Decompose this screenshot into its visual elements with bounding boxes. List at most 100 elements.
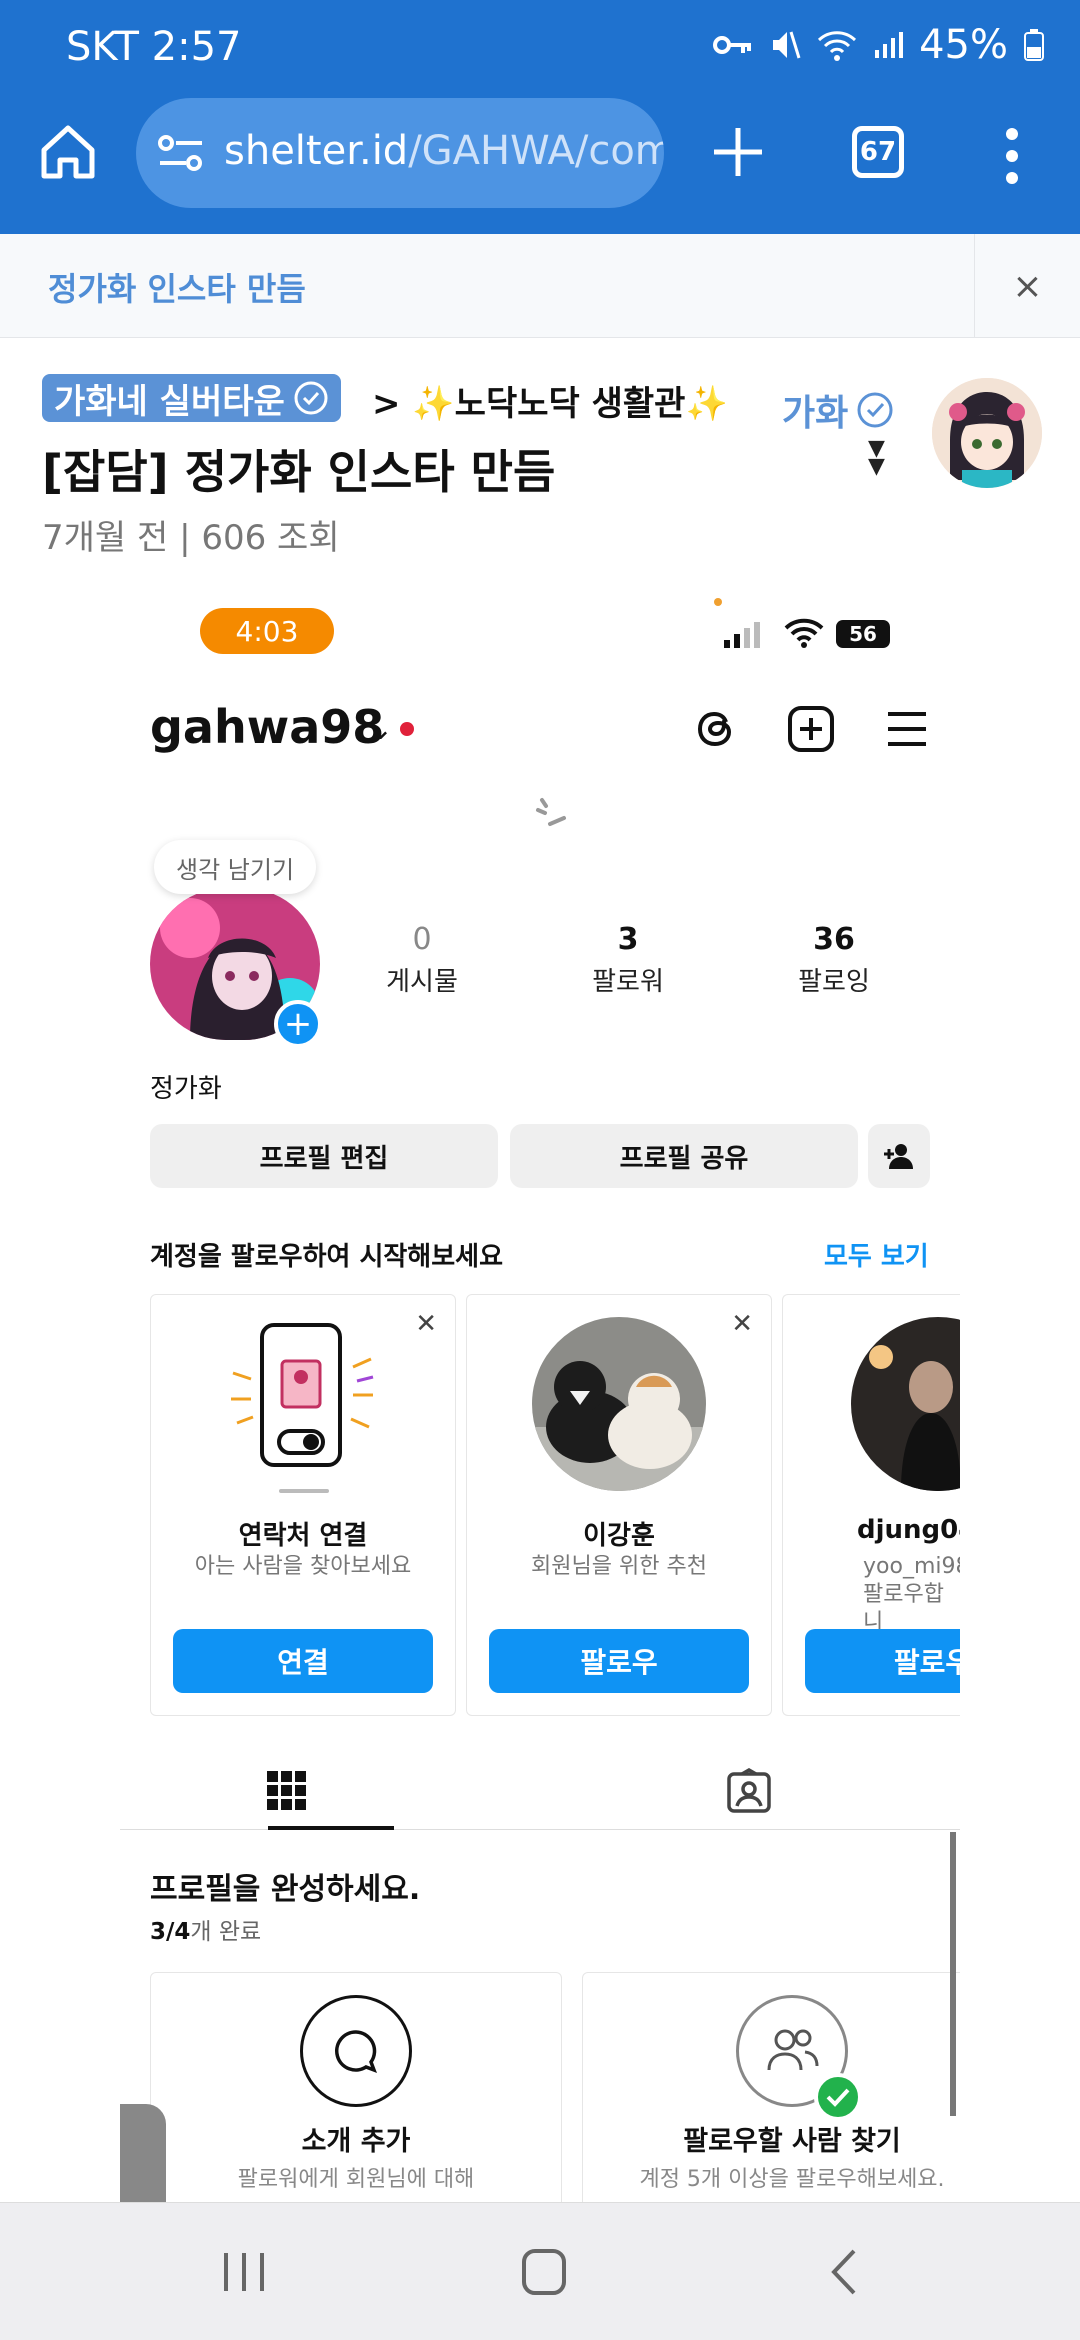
- verified-icon: [294, 381, 328, 415]
- suggested-user-avatar[interactable]: [851, 1317, 960, 1491]
- author-name[interactable]: 가화: [782, 384, 894, 436]
- stat-following[interactable]: 36 팔로잉: [754, 922, 914, 998]
- author-label: 가화: [782, 393, 849, 434]
- stat-posts[interactable]: 0 게시물: [342, 922, 502, 998]
- follow-button[interactable]: 팔로우: [489, 1629, 749, 1693]
- site-settings-icon[interactable]: [158, 131, 204, 177]
- privacy-dot: [714, 598, 722, 606]
- mute-icon: [773, 31, 801, 59]
- url-path: /GAHWA/com: [408, 128, 664, 174]
- share-profile-button[interactable]: 프로필 공유: [510, 1124, 858, 1188]
- verified-icon: [857, 392, 893, 428]
- card-title: 소개 추가: [301, 2126, 411, 2157]
- card-name: 이강훈: [583, 1521, 655, 1551]
- full-name: 정가화: [150, 1074, 222, 1104]
- complete-progress: 3/4개 완료: [150, 1912, 261, 1946]
- tab-count-button[interactable]: 67: [852, 126, 904, 178]
- chevron-down-icon[interactable]: ⌄: [368, 712, 393, 747]
- discover-people-button[interactable]: [868, 1124, 930, 1188]
- see-all-link[interactable]: 모두 보기: [824, 1236, 929, 1273]
- profile-tabs: [120, 1740, 960, 1830]
- complete-profile-panel: 프로필을 완성하세요. 3/4개 완료 소개 추가 팔로워에게 회원님에 대해 …: [120, 1830, 960, 2202]
- status-bar: SKT 2:57 45%: [0, 0, 1080, 96]
- board-name: 가화네 실버타운: [54, 381, 285, 422]
- card-subtitle: yoo_mi98 팔로우합니: [863, 1554, 960, 1635]
- url-text[interactable]: shelter.id/GAHWA/com: [224, 128, 664, 174]
- address-bar[interactable]: shelter.id/GAHWA/com: [136, 98, 664, 208]
- dismiss-icon[interactable]: ✕: [415, 1309, 437, 1339]
- complete-profile-title: 프로필을 완성하세요.: [150, 1872, 421, 1907]
- battery-icon: [1024, 29, 1044, 61]
- system-nav-bar: [0, 2202, 1080, 2340]
- stat-value: 0: [412, 922, 432, 957]
- back-icon[interactable]: [816, 2247, 876, 2297]
- people-icon: [767, 2029, 819, 2071]
- stat-followers[interactable]: 3 팔로워: [548, 922, 708, 998]
- speech-bubble-icon: [335, 2030, 377, 2073]
- follow-label: 팔로우: [893, 1646, 960, 1679]
- edit-profile-button[interactable]: 프로필 편집: [150, 1124, 498, 1188]
- dismiss-icon[interactable]: ✕: [731, 1309, 753, 1339]
- home-nav-icon[interactable]: [514, 2247, 574, 2297]
- suggestions-title: 계정을 팔로우하여 시작해보세요: [150, 1242, 503, 1272]
- add-story-icon[interactable]: +: [274, 1000, 322, 1048]
- embedded-battery: 56: [836, 620, 890, 648]
- post-title: [잡담] 정가화 인스타 만듬: [42, 445, 556, 499]
- card-subtitle: 팔로워에게 회원님에 대해: [237, 2167, 475, 2192]
- more-menu-icon[interactable]: [1000, 126, 1024, 186]
- threads-icon[interactable]: [692, 704, 742, 754]
- stat-value: 3: [617, 922, 639, 957]
- embedded-wifi-icon: [784, 618, 824, 648]
- suggestion-card: djung04 yoo_mi98 팔로우합니 팔로우: [782, 1294, 960, 1716]
- author-avatar[interactable]: [932, 378, 1042, 488]
- create-post-icon[interactable]: [786, 704, 836, 754]
- banner-title: 정가화 인스타 만듬: [48, 270, 306, 308]
- suggestion-card: ✕ 이강훈 회원님을 위한 추천 팔로우: [466, 1294, 772, 1716]
- check-badge-icon: [814, 2073, 862, 2121]
- status-time: SKT 2:57: [66, 24, 242, 70]
- board-tag[interactable]: 가화네 실버타운: [42, 374, 341, 422]
- stat-label: 게시물: [386, 967, 458, 997]
- ig-username[interactable]: gahwa98: [150, 700, 384, 754]
- vpn-key-icon: [713, 36, 752, 54]
- url-host: shelter.id: [224, 128, 409, 174]
- contacts-phone-icon: [231, 1323, 374, 1493]
- battery-percent: 45%: [919, 22, 1008, 68]
- banner-close-button[interactable]: ×: [974, 234, 1080, 338]
- card-name: 연락처 연결: [238, 1521, 368, 1551]
- find-people-card[interactable]: 팔로우할 사람 찾기 계정 5개 이상을 팔로우해보세요.: [582, 1972, 960, 2202]
- note-bubble[interactable]: 생각 남기기: [154, 840, 317, 894]
- grid-icon[interactable]: [266, 1770, 308, 1812]
- tagged-icon[interactable]: [726, 1768, 772, 1814]
- card-subtitle: 회원님을 위한 추천: [531, 1554, 707, 1579]
- suggestion-card: ✕ 연락처 연결 아는 사람을 찾아보세요 연결: [150, 1294, 456, 1716]
- author-rank-badge: ▼ ▼: [868, 436, 885, 479]
- stat-label: 팔로잉: [798, 967, 870, 997]
- home-icon[interactable]: [36, 120, 100, 184]
- status-icons: 45%: [713, 22, 1044, 68]
- embedded-time-pill: 4:03: [200, 608, 334, 654]
- recents-icon[interactable]: [214, 2247, 274, 2297]
- stat-value: 36: [813, 922, 855, 957]
- progress-suffix: 개 완료: [190, 1919, 262, 1945]
- stat-label: 팔로워: [592, 967, 664, 997]
- suggested-user-avatar[interactable]: [532, 1317, 706, 1491]
- page-banner: 정가화 인스타 만듬 ×: [0, 234, 1080, 338]
- scrollbar[interactable]: [950, 1832, 956, 2116]
- loading-spinner-icon: [536, 798, 566, 826]
- new-tab-icon[interactable]: [708, 122, 768, 182]
- bio-circle: [300, 1995, 412, 2107]
- follow-button[interactable]: 팔로우: [805, 1629, 960, 1693]
- connect-button[interactable]: 연결: [173, 1629, 433, 1693]
- card-title: 팔로우할 사람 찾기: [683, 2126, 901, 2157]
- card-subtitle: 아는 사람을 찾아보세요: [194, 1554, 412, 1579]
- notification-dot: [400, 722, 414, 736]
- add-bio-card[interactable]: 소개 추가 팔로워에게 회원님에 대해: [150, 1972, 562, 2202]
- people-circle: [736, 1995, 862, 2121]
- menu-icon[interactable]: [882, 704, 932, 754]
- subboard-name[interactable]: > ✨노닥노닥 생활관✨: [372, 376, 728, 425]
- wifi-icon: [818, 31, 857, 61]
- post-meta: 7개월 전 | 606 조회: [42, 518, 340, 558]
- edge-handle: [120, 2104, 166, 2204]
- add-person-icon: [884, 1144, 913, 1169]
